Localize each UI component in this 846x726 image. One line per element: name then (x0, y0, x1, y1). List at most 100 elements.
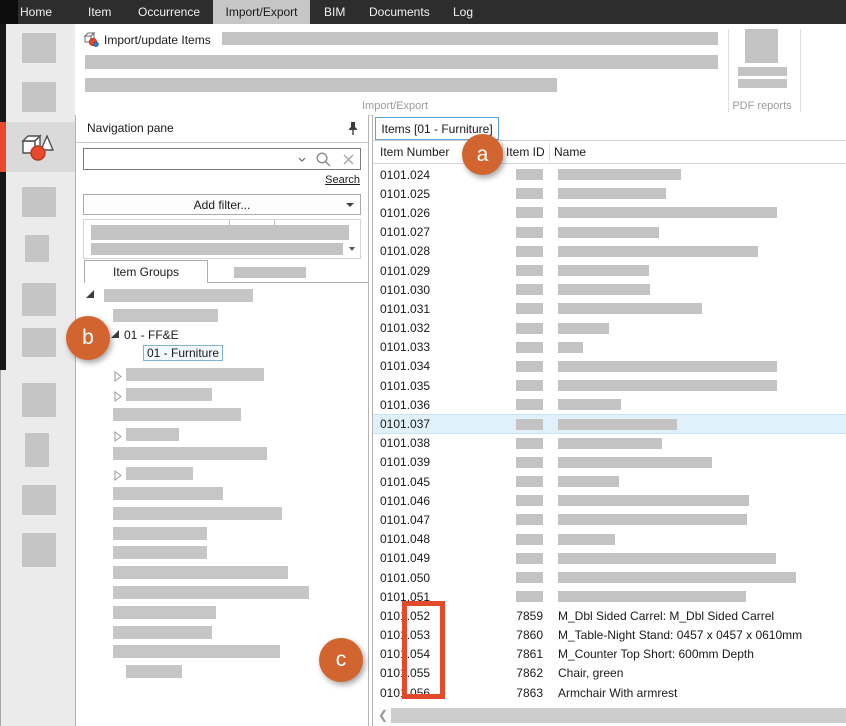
table-row[interactable]: 0101.026 (373, 203, 846, 222)
cell-item-id (503, 572, 543, 583)
table-row[interactable]: 0101.025 (373, 184, 846, 203)
tree-item-placeholder[interactable] (76, 583, 368, 603)
table-row[interactable]: 0101.031 (373, 299, 846, 318)
add-filter-button[interactable]: Add filter... (83, 194, 361, 215)
sidebar-module-placeholder[interactable] (22, 283, 56, 316)
tab-item-groups[interactable]: Item Groups (84, 260, 208, 283)
table-row[interactable]: 0101.049 (373, 549, 846, 568)
table-row[interactable]: 0101.034 (373, 357, 846, 376)
table-row[interactable]: 0101.038 (373, 434, 846, 453)
table-row[interactable]: 0101.046 (373, 491, 846, 510)
sidebar-item-items-module[interactable] (0, 122, 75, 172)
navigation-search-box (83, 148, 361, 170)
sidebar-module-placeholder[interactable] (22, 187, 56, 217)
ribbon-toolbar: Import/update Items Import/Export PDF re… (75, 24, 846, 116)
redacted-tree-node (126, 388, 212, 401)
table-row[interactable]: 0101.029 (373, 261, 846, 280)
table-row[interactable]: 0101.030 (373, 280, 846, 299)
sidebar-module-placeholder[interactable] (22, 33, 56, 63)
table-row[interactable]: 0101.024 (373, 165, 846, 184)
column-header-name[interactable]: Name (554, 145, 586, 159)
sidebar-module-placeholder[interactable] (22, 383, 56, 417)
tree-item-placeholder[interactable] (76, 563, 368, 583)
cell-name (543, 169, 846, 180)
search-dropdown-chevron-icon[interactable] (294, 149, 310, 169)
menu-item-item[interactable]: Item (88, 0, 111, 24)
tree-item-placeholder[interactable] (76, 603, 368, 623)
redacted-cell (558, 342, 583, 353)
menu-item-log[interactable]: Log (453, 0, 473, 24)
pdf-reports-icon-placeholder[interactable] (745, 29, 778, 63)
clear-search-icon[interactable] (336, 149, 360, 169)
filter-group-box[interactable] (83, 219, 361, 259)
menu-item-home[interactable]: Home (20, 0, 52, 24)
column-divider[interactable] (549, 143, 550, 161)
cell-item-id (503, 303, 543, 314)
table-row[interactable]: 0101.036 (373, 395, 846, 414)
sidebar-module-placeholder[interactable] (22, 82, 56, 112)
tree-item-placeholder[interactable] (76, 365, 368, 385)
tree-item-01-furniture[interactable]: 01 - Furniture (76, 345, 368, 365)
sidebar-module-placeholder[interactable] (22, 485, 56, 515)
table-row[interactable]: 0101.028 (373, 242, 846, 261)
scrollbar-thumb[interactable] (391, 708, 846, 723)
pin-icon[interactable] (347, 121, 359, 141)
redacted-tree-node (113, 447, 267, 460)
tree-item-placeholder[interactable] (76, 484, 368, 504)
table-row[interactable]: 0101.027 (373, 223, 846, 242)
tree-node-label[interactable]: 01 - Furniture (143, 345, 223, 361)
scroll-left-icon[interactable]: ❮ (378, 707, 388, 724)
redacted-cell (558, 514, 747, 525)
menu-item-import-export[interactable]: Import/Export (213, 0, 310, 24)
tree-item-placeholder[interactable] (76, 425, 368, 445)
table-row[interactable]: 0101.050 (373, 568, 846, 587)
horizontal-scrollbar[interactable]: ❮ (373, 707, 846, 724)
redacted-tree-node (126, 665, 182, 678)
redacted-cell (558, 476, 619, 487)
table-row[interactable]: 0101.032 (373, 319, 846, 338)
items-tab-label: Items [01 - Furniture] (381, 122, 492, 136)
sidebar-module-placeholder[interactable] (25, 433, 49, 467)
sidebar-module-placeholder[interactable] (22, 533, 56, 567)
table-row[interactable]: 0101.033 (373, 338, 846, 357)
redacted-tab-label[interactable] (234, 267, 306, 278)
menu-bar-left-cap (0, 0, 18, 24)
tree-expand-icon[interactable] (86, 290, 94, 298)
tree-item-01-ff-e[interactable]: 01 - FF&E (76, 326, 368, 346)
column-header-item-number[interactable]: Item Number (380, 145, 449, 159)
column-header-item-id[interactable]: Item ID (506, 145, 545, 159)
tree-item-placeholder[interactable] (76, 405, 368, 425)
cell-item-id (503, 534, 543, 545)
tree-item-placeholder[interactable] (76, 543, 368, 563)
cell-item-id: 7859 (503, 609, 543, 623)
sidebar-module-placeholder[interactable] (25, 235, 49, 262)
sidebar-module-placeholder[interactable] (22, 328, 56, 357)
redacted-cell (558, 227, 659, 238)
tree-item-placeholder[interactable] (76, 464, 368, 484)
tree-item-placeholder[interactable] (76, 286, 368, 306)
tree-item-placeholder[interactable] (76, 504, 368, 524)
cell-item-id: 7862 (503, 666, 543, 680)
tree-item-placeholder[interactable] (76, 623, 368, 643)
search-icon[interactable] (310, 149, 336, 169)
search-link[interactable]: Search (325, 174, 360, 186)
import-update-items-label: Import/update Items (104, 33, 211, 47)
menu-item-bim[interactable]: BIM (324, 0, 345, 24)
table-row[interactable]: 0101.037 (373, 414, 846, 433)
navigation-search-input[interactable] (84, 152, 294, 166)
menu-item-documents[interactable]: Documents (369, 0, 430, 24)
tree-item-placeholder[interactable] (76, 524, 368, 544)
tree-node-label[interactable]: 01 - FF&E (124, 328, 179, 342)
tree-item-placeholder[interactable] (76, 385, 368, 405)
import-update-items-button[interactable]: Import/update Items (83, 30, 211, 50)
table-row[interactable]: 0101.047 (373, 510, 846, 529)
tree-expand-icon[interactable] (111, 330, 119, 338)
table-row[interactable]: 0101.048 (373, 530, 846, 549)
table-row[interactable]: 0101.035 (373, 376, 846, 395)
cell-name (543, 476, 846, 487)
menu-item-occurrence[interactable]: Occurrence (138, 0, 200, 24)
table-row[interactable]: 0101.045 (373, 472, 846, 491)
table-row[interactable]: 0101.039 (373, 453, 846, 472)
tree-item-placeholder[interactable] (76, 306, 368, 326)
tree-item-placeholder[interactable] (76, 444, 368, 464)
